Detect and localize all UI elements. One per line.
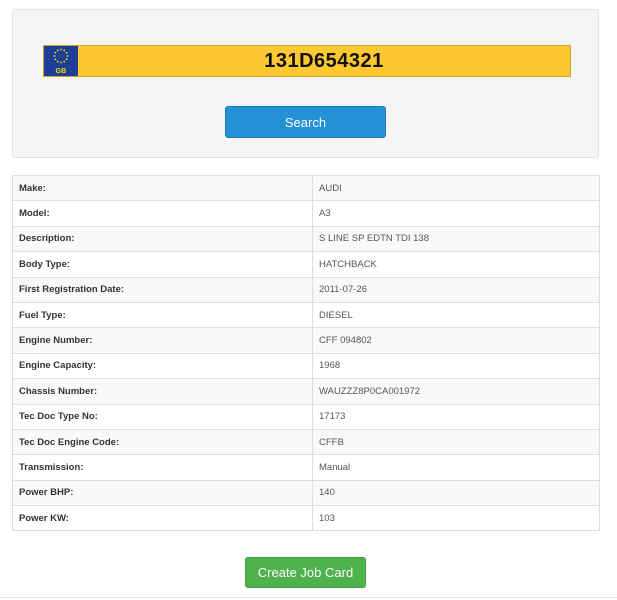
vehicle-details-table: Make: AUDI Model: A3 Description: S LINE SP E…: [12, 174, 600, 532]
table-row: Chassis Number: WAUZZZ8P0CA001972: [12, 378, 600, 405]
detail-value: S LINE SP EDTN TDI 138: [312, 225, 600, 253]
table-row: Body Type: HATCHBACK: [12, 251, 600, 278]
table-row: Tec Doc Type No: 17173: [12, 403, 600, 430]
detail-value: AUDI: [312, 174, 600, 202]
plate-country-band: GB: [44, 46, 78, 76]
bottom-divider: [0, 597, 617, 598]
detail-label: Tec Doc Type No:: [12, 403, 313, 430]
detail-value: A3: [312, 200, 600, 227]
plate-number-text[interactable]: 131D654321: [78, 46, 570, 76]
create-job-card-button[interactable]: Create Job Card: [245, 557, 366, 588]
table-row: Description: S LINE SP EDTN TDI 138: [12, 225, 600, 253]
detail-value: Manual: [312, 454, 600, 481]
detail-label: Make:: [12, 174, 313, 202]
table-row: Power KW: 103: [12, 505, 600, 532]
detail-label: Fuel Type:: [12, 301, 313, 329]
plate-country-code: GB: [55, 68, 67, 75]
detail-label: Chassis Number:: [12, 378, 313, 405]
eu-stars-icon: [53, 48, 69, 64]
detail-value: 1968: [312, 352, 600, 380]
detail-value: 140: [312, 479, 600, 507]
table-row: Model: A3: [12, 200, 600, 227]
table-row: First Registration Date: 2011-07-26: [12, 276, 600, 303]
search-panel: GB 131D654321 Search: [12, 9, 599, 158]
detail-value: CFF 094802: [312, 327, 600, 354]
detail-value: 2011-07-26: [312, 276, 600, 303]
table-row: Engine Number: CFF 094802: [12, 327, 600, 354]
detail-label: Power KW:: [12, 505, 313, 532]
detail-value: HATCHBACK: [312, 251, 600, 278]
search-button[interactable]: Search: [225, 106, 386, 138]
detail-label: Tec Doc Engine Code:: [12, 428, 313, 456]
table-row: Engine Capacity: 1968: [12, 352, 600, 380]
detail-label: First Registration Date:: [12, 276, 313, 303]
table-row: Transmission: Manual: [12, 454, 600, 481]
detail-value: DIESEL: [312, 301, 600, 329]
detail-value: 17173: [312, 403, 600, 430]
detail-label: Body Type:: [12, 251, 313, 278]
detail-value: 103: [312, 505, 600, 532]
detail-label: Transmission:: [12, 454, 313, 481]
table-row: Fuel Type: DIESEL: [12, 301, 600, 329]
detail-label: Description:: [12, 225, 313, 253]
registration-plate-input[interactable]: GB 131D654321: [43, 45, 571, 77]
detail-label: Power BHP:: [12, 479, 313, 507]
detail-value: WAUZZZ8P0CA001972: [312, 378, 600, 405]
table-row: Power BHP: 140: [12, 479, 600, 507]
table-row: Make: AUDI: [12, 174, 600, 202]
detail-label: Engine Capacity:: [12, 352, 313, 380]
detail-label: Engine Number:: [12, 327, 313, 354]
table-row: Tec Doc Engine Code: CFFB: [12, 428, 600, 456]
detail-value: CFFB: [312, 428, 600, 456]
detail-label: Model:: [12, 200, 313, 227]
